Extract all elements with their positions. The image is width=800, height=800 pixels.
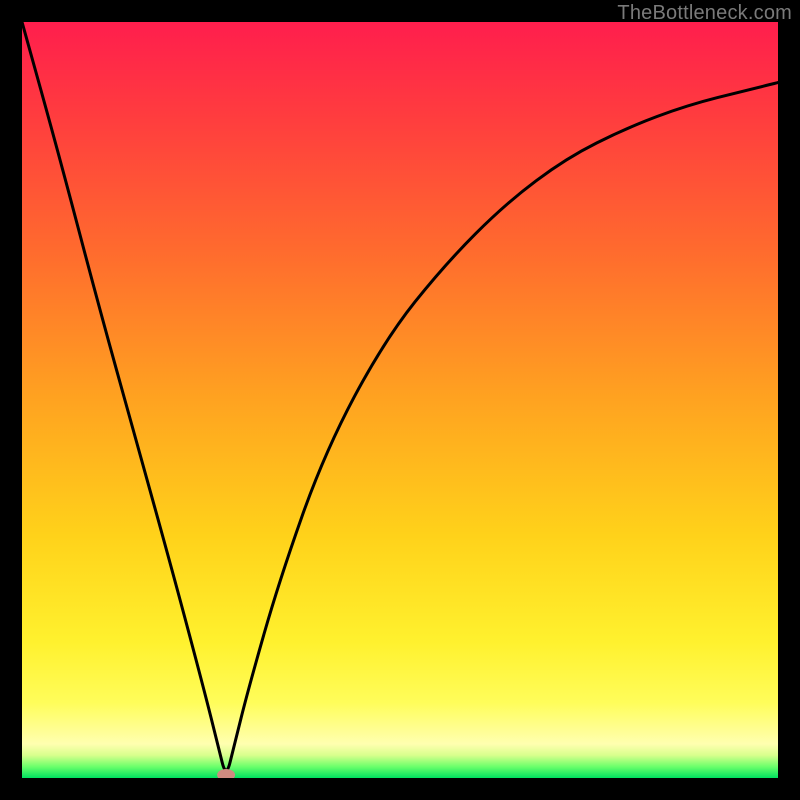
bottleneck-curve-svg	[22, 22, 778, 778]
chart-frame: TheBottleneck.com	[0, 0, 800, 800]
bottleneck-curve-path	[22, 22, 778, 770]
optimal-point-marker	[217, 769, 235, 778]
plot-area	[22, 22, 778, 778]
